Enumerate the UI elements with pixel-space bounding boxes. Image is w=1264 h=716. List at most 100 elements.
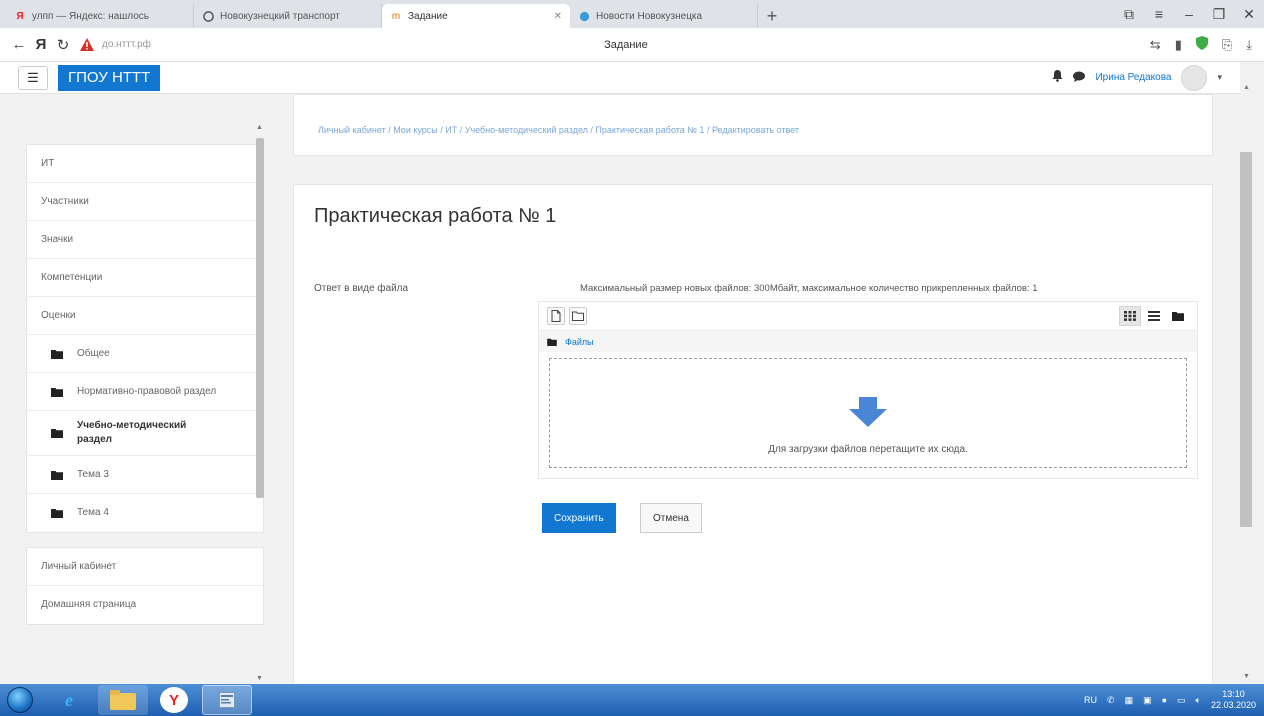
download-icon[interactable]: ⤓ [1246, 37, 1252, 53]
sidebar-item-label: Учебно-методический раздел [77, 420, 187, 445]
phone-icon[interactable]: ✆ [1107, 695, 1115, 706]
list-view-button[interactable] [1143, 306, 1165, 326]
scroll-up-icon[interactable]: ▲ [1243, 84, 1250, 91]
browser-tab-news[interactable]: Новости Новокузнецка [570, 4, 758, 28]
windows-logo-icon [7, 687, 33, 713]
network-icon[interactable]: ▦ [1125, 695, 1134, 706]
page-scroll-thumb[interactable] [1240, 152, 1252, 527]
yandex-logo[interactable]: Я [30, 36, 52, 53]
chat-icon[interactable] [1073, 71, 1086, 85]
file-answer-label: Ответ в виде файла [314, 283, 409, 294]
bell-icon[interactable] [1052, 70, 1063, 85]
address-bar-tools: ⇆ ▮ ⎘ ⤓ [1150, 36, 1256, 53]
start-button[interactable] [0, 684, 40, 716]
minimize-icon[interactable]: – [1174, 6, 1204, 22]
folder-icon [1172, 312, 1184, 321]
page-scrollbar[interactable]: ▲ ▼ [1240, 62, 1264, 684]
sidebar-item-label: Общее [77, 347, 110, 359]
scroll-up-icon[interactable]: ▲ [256, 124, 263, 131]
sidebar-section-methodical[interactable]: Учебно-методический раздел [27, 411, 263, 456]
new-tab-button[interactable]: + [758, 4, 786, 28]
create-folder-button[interactable] [569, 307, 587, 325]
language-indicator[interactable]: RU [1084, 695, 1097, 705]
sidebar-item-dashboard[interactable]: Личный кабинет [27, 548, 263, 586]
tab-title: Новокузнецкий транспорт [220, 10, 340, 22]
tab-title: Задание [408, 10, 448, 22]
add-file-button[interactable] [547, 307, 565, 325]
tray-window-icon[interactable]: ▭ [1177, 695, 1186, 706]
sidebar-item-competencies[interactable]: Компетенции [27, 259, 263, 297]
warning-icon[interactable] [78, 37, 96, 53]
drop-zone-text: Для загрузки файлов перетащите их сюда. [768, 444, 968, 455]
user-name[interactable]: Ирина Редакова [1095, 72, 1171, 83]
clock[interactable]: 13:10 22.03.2020 [1211, 689, 1256, 711]
save-button[interactable]: Сохранить [542, 503, 616, 533]
opera-icon [202, 10, 214, 22]
address-bar: ← Я ↻ до.нттт.рф Задание ⇆ ▮ ⎘ ⤓ [0, 28, 1264, 62]
folder-icon [51, 428, 65, 438]
grid-view-button[interactable] [1119, 306, 1141, 326]
hamburger-icon: ☰ [27, 69, 39, 85]
reload-icon[interactable]: ↻ [52, 36, 74, 54]
scroll-down-icon[interactable]: ▼ [256, 675, 263, 682]
window-app-icon[interactable] [202, 685, 252, 715]
down-arrow-icon [849, 397, 887, 430]
browser-tab-transport[interactable]: Новокузнецкий транспорт [194, 4, 382, 28]
monitor-icon[interactable]: ▣ [1143, 695, 1152, 706]
sidebar-item-label: Тема 4 [77, 507, 109, 518]
sidebar-section-topic-4[interactable]: Тема 4 [27, 494, 263, 532]
site-brand[interactable]: ГПОУ НТТТ [58, 64, 161, 91]
sidebar-item-label: Нормативно-правовой раздел [77, 385, 217, 397]
sidebar-item-label: Значки [41, 233, 74, 245]
sidebar-section-legal[interactable]: Нормативно-правовой раздел [27, 373, 263, 411]
back-arrow-icon[interactable]: ← [8, 36, 30, 53]
cancel-button[interactable]: Отмена [640, 503, 702, 533]
avatar[interactable] [1181, 64, 1208, 91]
restore-icon[interactable]: ❐ [1204, 6, 1234, 23]
tree-view-button[interactable] [1167, 306, 1189, 326]
close-window-icon[interactable]: ✕ [1234, 6, 1264, 23]
site-navbar: ☰ ГПОУ НТТТ Ирина Редакова ▾ [0, 62, 1240, 94]
news-icon [578, 10, 590, 22]
reader-icon[interactable]: ▮ [1175, 37, 1182, 53]
volume-icon[interactable]: 🔈︎ [1196, 695, 1201, 706]
file-picker: Файлы Для загрузки файлов перетащите их … [538, 301, 1198, 479]
yandex-browser-icon[interactable]: Y [160, 687, 188, 713]
menu-icon[interactable]: ≡ [1144, 6, 1174, 22]
sidebar-item-badges[interactable]: Значки [27, 221, 263, 259]
files-root-link[interactable]: Файлы [565, 337, 594, 347]
bookmark-icon[interactable]: ⎘ [1222, 37, 1232, 53]
chevron-down-icon[interactable]: ▾ [1217, 72, 1222, 83]
assignment-card: Практическая работа № 1 Ответ в виде фай… [293, 184, 1213, 684]
sidebar-scroll-thumb[interactable] [256, 138, 264, 498]
url-text[interactable]: до.нттт.рф [102, 39, 242, 50]
file-drop-zone[interactable]: Для загрузки файлов перетащите их сюда. [549, 358, 1187, 468]
sidebar-item-grades[interactable]: Оценки [27, 297, 263, 335]
sidebar-scrollbar[interactable]: ▲ ▼ [254, 124, 266, 684]
sidebar-item-course[interactable]: ИТ [27, 145, 263, 183]
folder-icon [547, 338, 557, 346]
sidebar-item-home[interactable]: Домашняя страница [27, 586, 263, 624]
sidebar-item-participants[interactable]: Участники [27, 183, 263, 221]
yandex-icon: Я [16, 10, 24, 22]
system-tray: RU ✆ ▦ ▣ ● ▭ 🔈︎ 13:10 22.03.2020 [1084, 689, 1264, 711]
translate-icon[interactable]: ⇆ [1150, 37, 1161, 53]
tab-title: Новости Новокузнецка [596, 10, 703, 22]
sidebar-section-general[interactable]: Общее [27, 335, 263, 373]
shield-icon[interactable] [1195, 36, 1208, 53]
main-area: ИТ Участники Значки Компетенции Оценки О… [0, 94, 1240, 684]
scroll-down-icon[interactable]: ▼ [1243, 673, 1250, 680]
file-explorer-icon[interactable] [98, 685, 148, 715]
browser-tab-yandex[interactable]: Я улпп — Яндекс: нашлось [6, 4, 194, 28]
sidebar-item-label: Оценки [41, 309, 76, 321]
close-icon[interactable]: ✕ [554, 11, 562, 22]
antivirus-icon[interactable]: ● [1162, 695, 1167, 705]
internet-explorer-icon[interactable]: e [44, 685, 94, 715]
breadcrumb-text[interactable]: Личный кабинет / Мои курсы / ИТ / Учебно… [318, 125, 799, 135]
folder-icon [51, 470, 65, 480]
user-menu-area: Ирина Редакова ▾ [1052, 64, 1222, 91]
sidebar-section-topic-3[interactable]: Тема 3 [27, 456, 263, 494]
tab-list-icon[interactable]: ⧉ [1114, 6, 1144, 23]
hamburger-menu-button[interactable]: ☰ [18, 65, 48, 90]
browser-tab-assignment[interactable]: m Задание ✕ [382, 4, 570, 28]
